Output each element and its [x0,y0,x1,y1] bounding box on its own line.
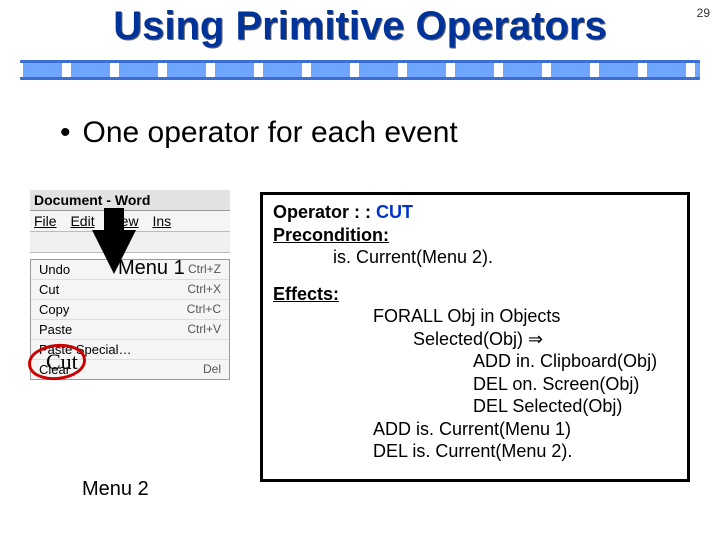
mi-key: Ctrl+X [187,282,221,297]
eff-line-5: ADD is. Current(Menu 1) [373,418,677,441]
operator-box: Operator : : CUT Precondition: is. Curre… [260,192,690,482]
mi-key: Ctrl+V [187,322,221,337]
eff-line-6: DEL is. Current(Menu 2). [373,440,677,463]
slide-title: Using Primitive Operators [0,4,720,49]
menu-edit[interactable]: Edit [70,213,94,229]
eff-line-4: DEL Selected(Obj) [473,395,677,418]
label-menu2: Menu 2 [82,478,149,501]
effects-label: Effects: [273,283,677,306]
eff-line-1: Selected(Obj) ⇒ [413,328,677,351]
menu-ins[interactable]: Ins [152,213,171,229]
eff-line-2: ADD in. Clipboard(Obj) [473,350,677,373]
mi-key: Ctrl+Z [188,262,221,277]
word-titlebar: Document - Word [30,190,230,211]
label-menu1: Menu 1 [118,257,185,280]
mi-label: Undo [39,262,70,277]
title-underline [20,60,700,80]
menu-file[interactable]: File [34,213,57,229]
menu-item-copy[interactable]: Copy Ctrl+C [31,299,229,319]
word-menubar: File Edit View Ins [30,211,230,232]
precondition-clause: is. Current(Menu 2). [333,246,677,269]
mi-label: Paste [39,322,72,337]
operator-name: CUT [376,202,413,222]
mi-label: Copy [39,302,69,317]
eff-line-0: FORALL Obj in Objects [373,305,677,328]
bullet-text: One operator for each event [83,116,458,149]
bullet-main: • One operator for each event [60,116,458,150]
precondition-label: Precondition: [273,224,677,247]
bullet-dot: • [60,116,71,149]
cut-overlay-label: Cut [46,349,78,375]
mi-key: Del [203,362,221,377]
operator-header: Operator : : [273,202,371,222]
mi-key: Ctrl+C [187,302,221,317]
mi-label: Cut [39,282,59,297]
menu-item-paste[interactable]: Paste Ctrl+V [31,319,229,339]
menu-item-cut[interactable]: Cut Ctrl+X [31,279,229,299]
eff-line-3: DEL on. Screen(Obj) [473,373,677,396]
operator-header-line: Operator : : CUT [273,201,677,224]
